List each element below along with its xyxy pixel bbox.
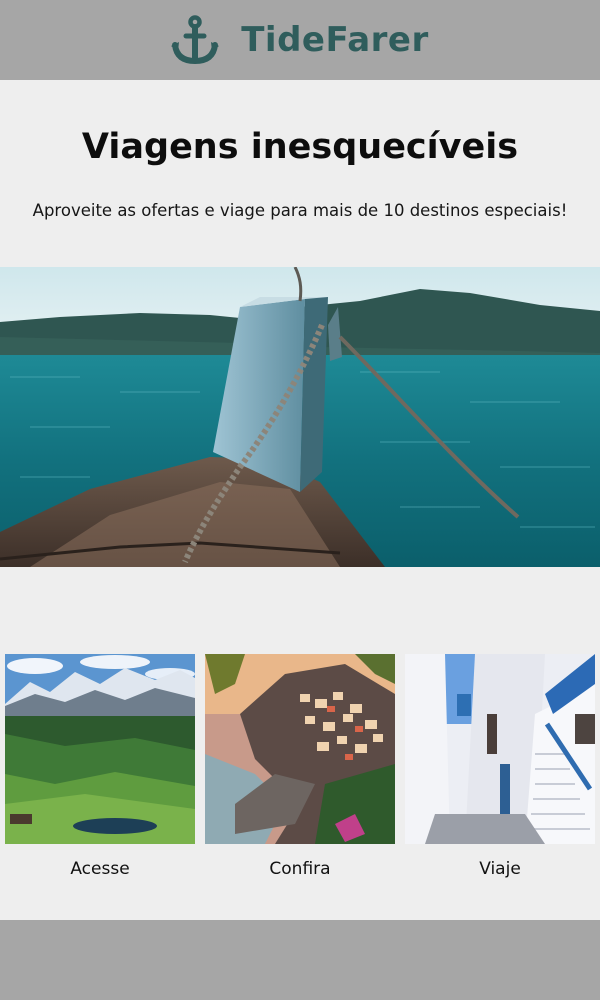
page-subtitle: Aproveite as ofertas e viage para mais d… (32, 201, 568, 220)
coastal-town-image (205, 654, 395, 844)
site-header: TideFarer (0, 0, 600, 80)
site-footer (0, 920, 600, 1000)
page-title: Viagens inesquecíveis (81, 127, 519, 167)
card-confira[interactable]: Confira (205, 654, 395, 879)
destination-cards: Acesse Confira Viaje (0, 654, 600, 879)
card-label: Viaje (479, 859, 521, 879)
brand-logo[interactable]: TideFarer (171, 15, 429, 65)
brand-name: TideFarer (241, 20, 429, 60)
anchor-icon (171, 15, 220, 65)
intro-section: Viagens inesquecíveis Aproveite as ofert… (0, 80, 600, 267)
card-acesse[interactable]: Acesse (5, 654, 195, 879)
card-label: Acesse (70, 859, 130, 879)
white-alley-image (405, 654, 595, 844)
hero-image-boat-bow (0, 267, 600, 567)
mountain-valley-image (5, 654, 195, 844)
card-label: Confira (269, 859, 331, 879)
card-viaje[interactable]: Viaje (405, 654, 595, 879)
